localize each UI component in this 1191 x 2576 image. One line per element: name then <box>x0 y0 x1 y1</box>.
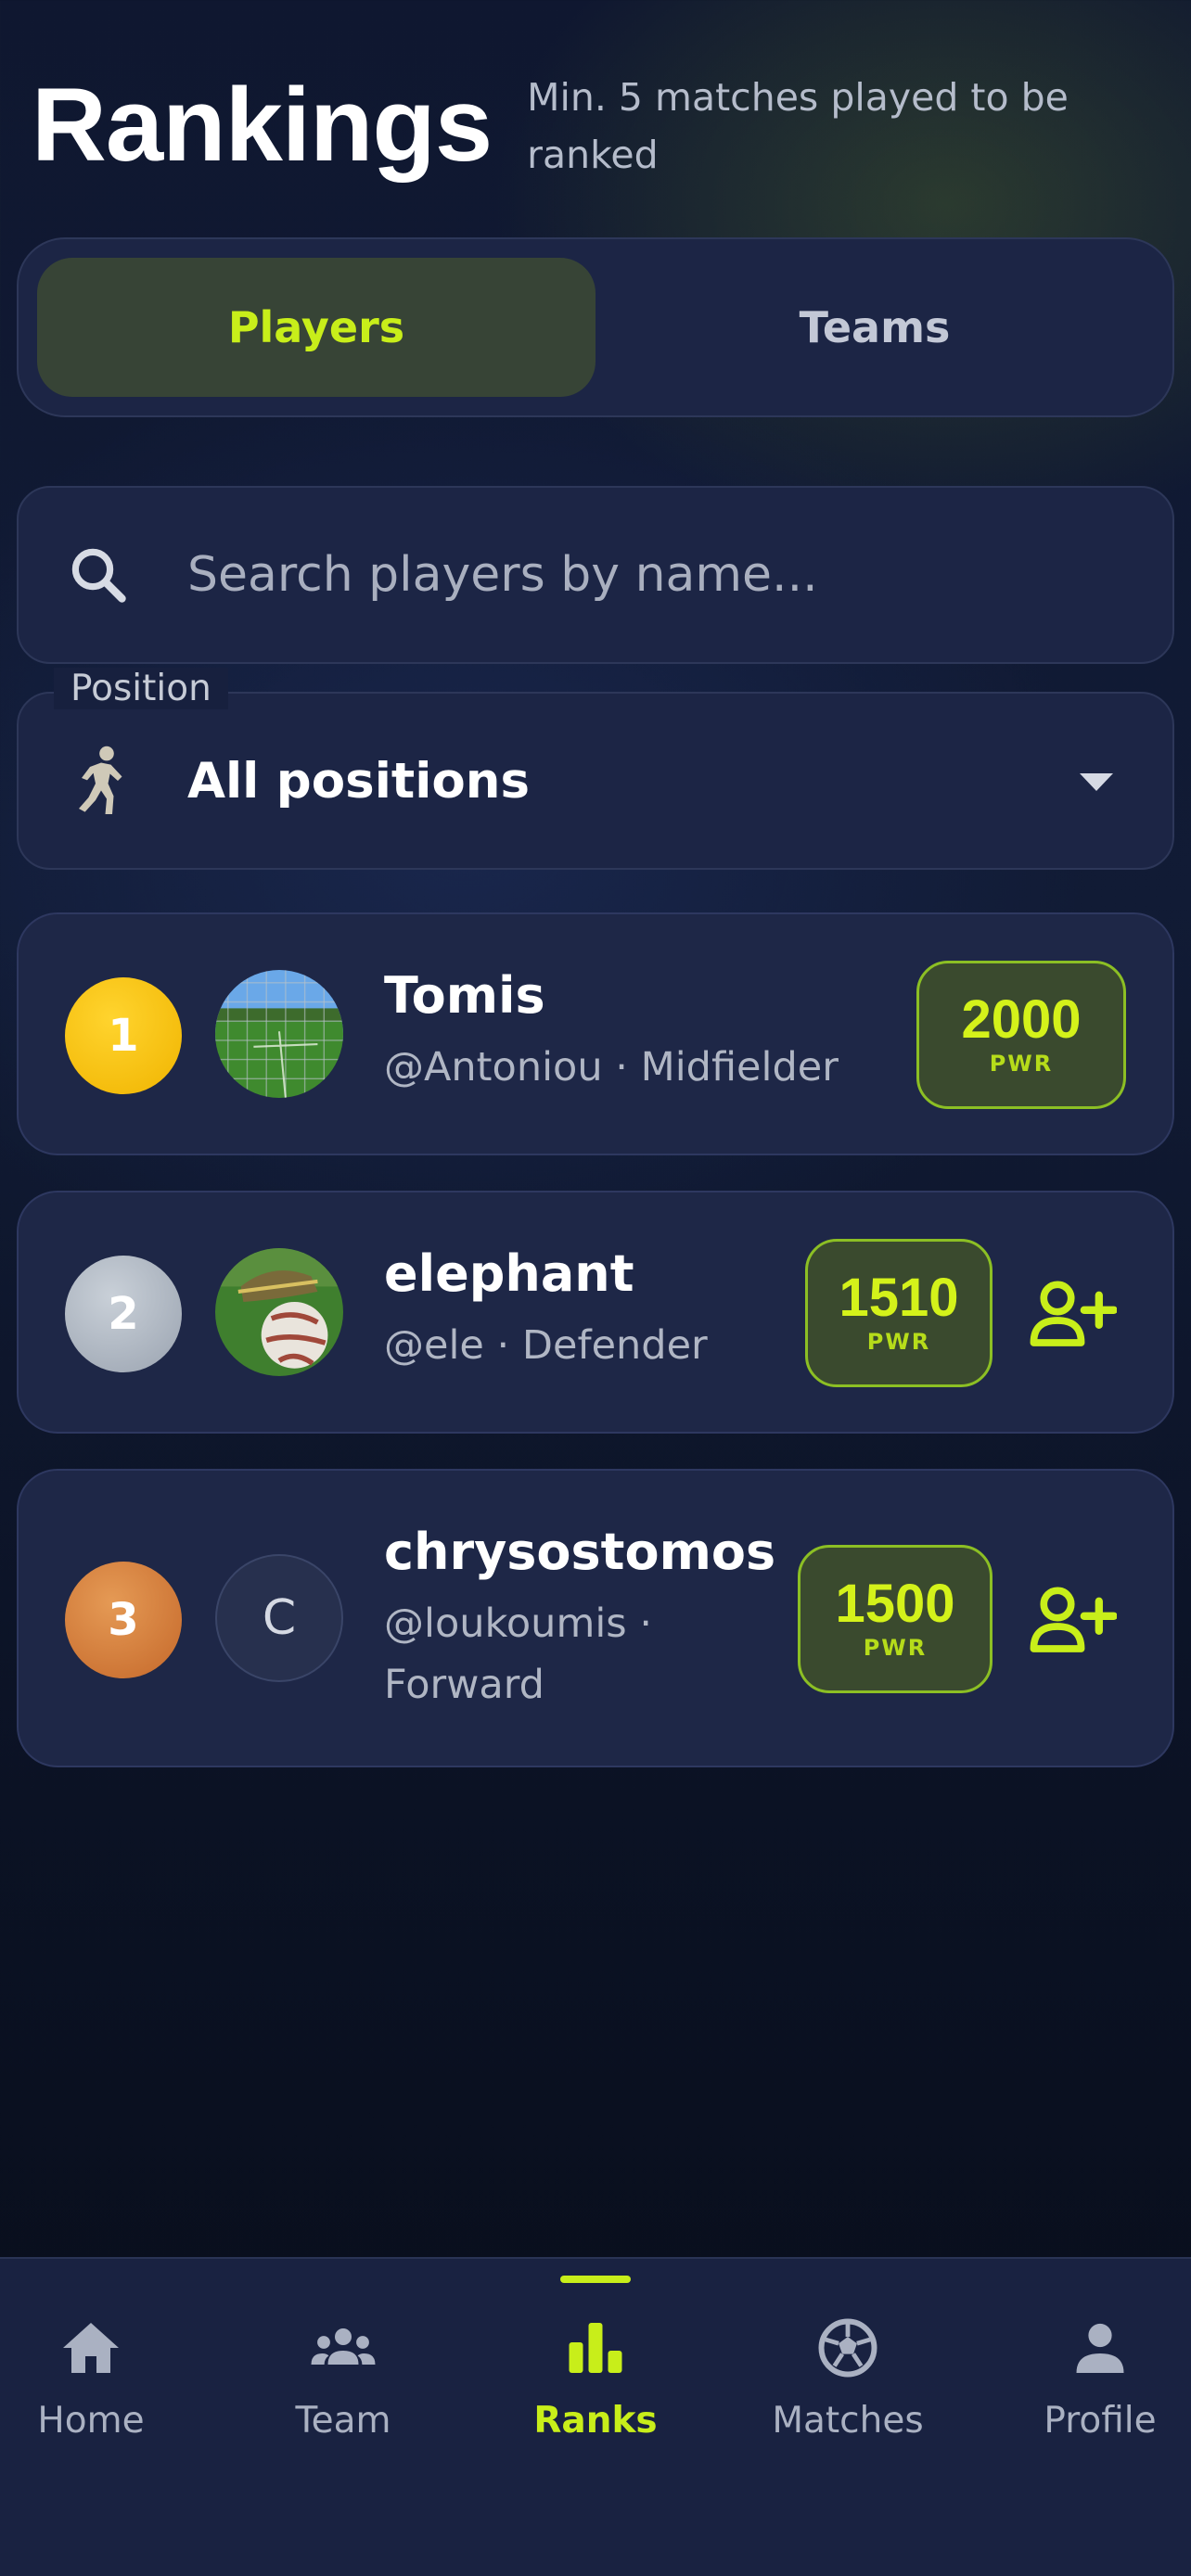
player-meta: @ele · Defender <box>384 1315 811 1376</box>
bottom-nav: Home Team Ranks Matches Profile <box>0 2257 1191 2576</box>
player-position: Forward <box>384 1662 544 1708</box>
search-placeholder: Search players by name... <box>187 547 818 603</box>
soccer-ball-icon <box>818 2318 877 2378</box>
player-position: Midfielder <box>640 1044 839 1090</box>
person-icon <box>1076 2323 1124 2373</box>
player-meta: @loukoumis · Forward <box>384 1593 736 1715</box>
rank-badge: 2 <box>65 1256 182 1372</box>
rank-badge: 3 <box>65 1562 182 1678</box>
pwr-badge: 2000 PWR <box>916 961 1126 1109</box>
player-username: @ele <box>384 1322 484 1369</box>
chevron-down-icon <box>1080 773 1113 791</box>
position-select[interactable]: Position All positions <box>17 668 1174 870</box>
pwr-value: 2000 <box>961 989 1082 1050</box>
header: Rankings Min. 5 matches played to be ran… <box>32 65 1121 185</box>
player-name: elephant <box>384 1244 634 1303</box>
tab-teams[interactable]: Teams <box>596 258 1154 397</box>
position-label: Position <box>54 668 228 709</box>
tab-players[interactable]: Players <box>37 258 596 397</box>
meta-separator: · <box>496 1322 522 1369</box>
players-teams-toggle: Players Teams <box>17 237 1174 417</box>
avatar-photo <box>215 970 343 1098</box>
player-card[interactable]: 2 elephant @ele · Defender 1510 PWR <box>17 1191 1174 1434</box>
nav-item-home[interactable]: Home <box>0 2315 193 2442</box>
nav-item-team[interactable]: Team <box>241 2315 445 2442</box>
add-friend-icon[interactable] <box>1028 1582 1117 1656</box>
pwr-label: PWR <box>863 1635 928 1661</box>
player-meta: @Antoniou · Midfielder <box>384 1037 866 1098</box>
avatar-photo <box>215 1248 343 1376</box>
player-card[interactable]: 1 Tomis @Antoniou · Midfielder 2000 PWR <box>17 912 1174 1155</box>
avatar <box>215 1248 343 1376</box>
nav-label: Matches <box>772 2400 924 2442</box>
search-icon <box>71 548 126 603</box>
page-subtitle: Min. 5 matches played to be ranked <box>527 75 1069 177</box>
avatar: C <box>215 1554 343 1682</box>
nav-item-profile[interactable]: Profile <box>998 2315 1191 2442</box>
player-username: @Antoniou <box>384 1044 603 1090</box>
avatar <box>215 970 343 1098</box>
position-value: All positions <box>187 752 531 810</box>
group-icon <box>311 2328 376 2365</box>
player-icon <box>79 746 122 814</box>
pwr-label: PWR <box>866 1329 931 1355</box>
nav-label: Home <box>37 2400 145 2442</box>
player-name: chrysostomos <box>384 1523 776 1581</box>
page-title: Rankings <box>32 67 493 183</box>
nav-label: Team <box>295 2400 391 2442</box>
meta-separator: · <box>615 1044 641 1090</box>
pwr-badge: 1510 PWR <box>805 1239 992 1387</box>
nav-item-ranks[interactable]: Ranks <box>493 2315 698 2442</box>
player-username: @loukoumis <box>384 1600 627 1647</box>
rank-badge: 1 <box>65 977 182 1094</box>
nav-label: Profile <box>1044 2400 1157 2442</box>
player-card[interactable]: 3 C chrysostomos @loukoumis · Forward 15… <box>17 1469 1174 1767</box>
active-tab-indicator <box>560 2276 631 2283</box>
player-position: Defender <box>521 1322 708 1369</box>
nav-item-matches[interactable]: Matches <box>746 2315 950 2442</box>
player-name: Tomis <box>384 966 545 1025</box>
pwr-value: 1500 <box>835 1574 955 1634</box>
pwr-value: 1510 <box>839 1268 959 1328</box>
bar-chart-icon <box>569 2323 622 2373</box>
pwr-label: PWR <box>989 1051 1054 1077</box>
pwr-badge: 1500 PWR <box>798 1545 992 1693</box>
meta-separator: · <box>639 1600 653 1647</box>
search-input[interactable]: Search players by name... <box>17 486 1174 664</box>
home-icon <box>63 2323 119 2373</box>
nav-label: Ranks <box>533 2400 658 2442</box>
add-friend-icon[interactable] <box>1028 1276 1117 1350</box>
